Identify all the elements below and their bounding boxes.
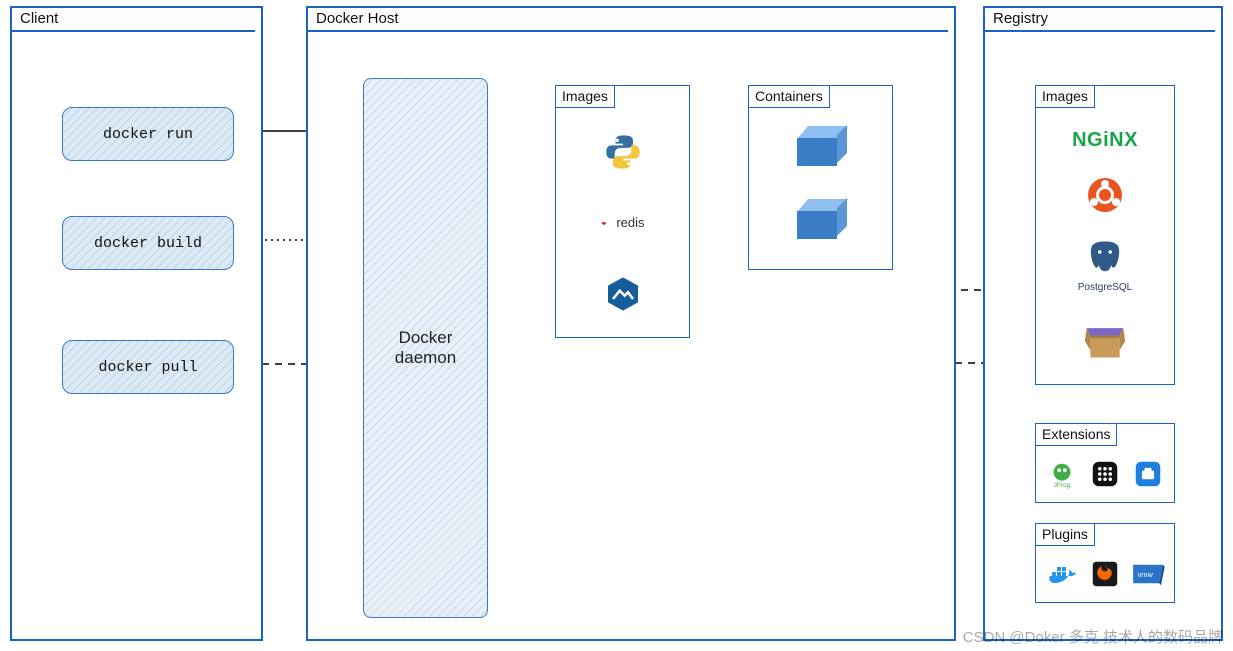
registry-title: Registry [985,8,1215,32]
registry-panel: Registry Images NGiNX PostgreSQL [983,6,1223,641]
host-images-title: Images [556,86,615,108]
registry-plugins-title: Plugins [1036,524,1095,546]
grafana-icon [1088,557,1122,591]
registry-extensions-box: Extensions JFrog [1035,423,1175,503]
registry-plugins-box: Plugins vmw [1035,523,1175,603]
redis-icon: redis [601,201,645,245]
nginx-icon: NGiNX [1072,129,1138,152]
cmd-build-label: docker build [94,235,202,252]
alpine-hex-icon [601,272,645,316]
app-icon [1131,457,1165,491]
host-containers-title: Containers [749,86,830,108]
host-title: Docker Host [308,8,948,32]
python-icon [601,130,645,174]
client-title: Client [12,8,255,32]
host-containers-body [749,108,892,269]
app-grid-icon [1088,457,1122,491]
box-package-icon [1083,319,1127,363]
postgresql-icon: PostgreSQL [1078,238,1132,293]
container-icon [797,207,845,243]
host-images-box: Images redis [555,85,690,338]
cmd-pull-label: docker pull [98,359,197,376]
registry-images-box: Images NGiNX PostgreSQL [1035,85,1175,385]
svg-text:JFrog: JFrog [1053,482,1070,489]
container-icon [797,134,845,170]
docker-daemon: Docker daemon [363,78,488,618]
registry-extensions-title: Extensions [1036,424,1117,446]
docker-host-panel: Docker Host Docker daemon Images [306,6,956,641]
registry-extensions-body: JFrog [1036,446,1174,502]
registry-plugins-body: vmw [1036,546,1174,602]
vmware-icon: vmw [1131,557,1165,591]
daemon-label: Docker daemon [395,328,456,368]
postgresql-label: PostgreSQL [1078,282,1132,293]
cmd-docker-build: docker build [62,216,234,270]
svg-text:vmw: vmw [1138,570,1154,579]
ubuntu-icon [1088,178,1122,212]
cmd-docker-pull: docker pull [62,340,234,394]
host-images-body: redis [556,108,689,337]
host-containers-box: Containers [748,85,893,270]
client-panel: Client docker run docker build docker pu… [10,6,263,641]
cmd-docker-run: docker run [62,107,234,161]
registry-images-title: Images [1036,86,1095,108]
docker-whale-icon [1045,557,1079,591]
cmd-run-label: docker run [103,126,193,143]
jfrog-icon: JFrog [1045,457,1079,491]
registry-images-body: NGiNX PostgreSQL [1036,108,1174,384]
